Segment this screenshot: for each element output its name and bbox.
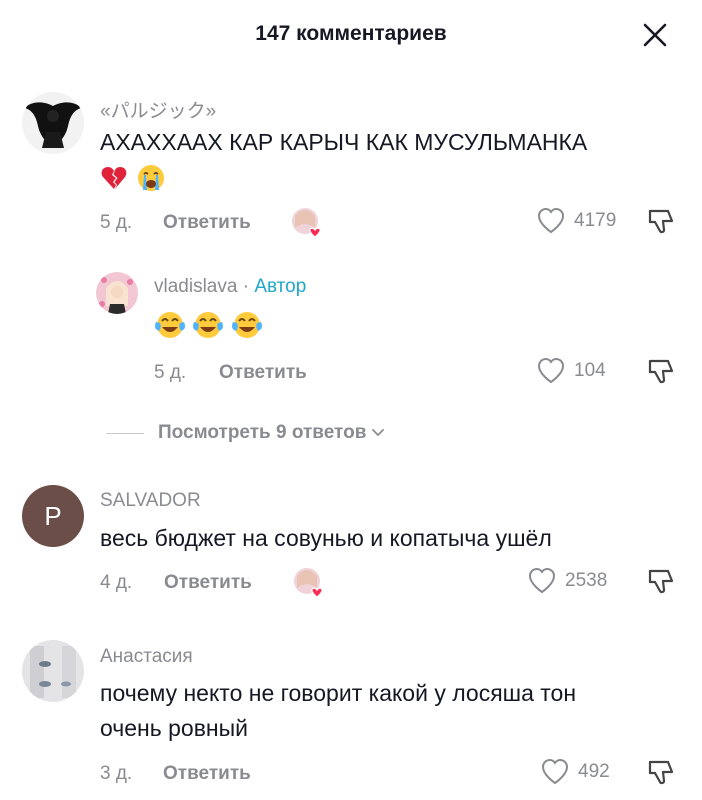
view-replies-button[interactable]: Посмотреть 9 ответов xyxy=(106,418,386,448)
like-count: 2538 xyxy=(565,570,608,591)
dislike-button[interactable] xyxy=(646,757,676,787)
comment-age: 3 д. xyxy=(100,763,133,784)
broken-heart-icon xyxy=(101,167,127,189)
face-with-tears-of-joy-icon xyxy=(155,312,185,338)
avatar[interactable] xyxy=(22,92,84,154)
dislike-icon xyxy=(648,359,674,384)
reply-button[interactable]: Ответить xyxy=(164,572,252,594)
avatar[interactable] xyxy=(22,640,84,702)
reply-button[interactable]: Ответить xyxy=(219,362,307,384)
avatar[interactable] xyxy=(96,272,138,314)
dislike-button[interactable] xyxy=(646,566,676,596)
loudly-crying-face-icon xyxy=(138,165,165,191)
comment-emoji-row xyxy=(100,163,166,193)
reply-button[interactable]: Ответить xyxy=(163,763,251,785)
comment-text-line1: почему некто не говорит какой у лосяша т… xyxy=(100,680,577,706)
like-button[interactable]: 4179 xyxy=(536,206,616,236)
comments-count-title: 147 комментариев xyxy=(255,22,447,45)
comment-username[interactable]: SALVADOR xyxy=(100,490,201,512)
comment-text-line2: очень ровный xyxy=(100,715,249,741)
dislike-icon xyxy=(648,569,674,594)
like-count: 104 xyxy=(574,360,606,381)
reply-age: 5 д. xyxy=(154,362,187,383)
angel-silhouette-icon xyxy=(22,92,84,154)
close-icon xyxy=(643,23,667,47)
avatar-letter: P xyxy=(44,500,62,531)
creator-liked-badge xyxy=(292,566,324,598)
dislike-icon xyxy=(648,209,674,234)
heart-outline-icon xyxy=(537,207,565,234)
like-count: 4179 xyxy=(574,210,617,231)
comment-username[interactable]: Анастасия xyxy=(100,646,193,668)
creator-liked-badge xyxy=(290,206,322,238)
chevron-down-icon xyxy=(372,429,385,437)
heart-outline-icon xyxy=(541,758,569,785)
comment-age: 4 д. xyxy=(100,572,133,593)
divider-line xyxy=(106,432,144,434)
like-button[interactable]: 2538 xyxy=(527,566,607,596)
reply-button[interactable]: Ответить xyxy=(163,212,251,234)
reply-emoji-row xyxy=(154,309,263,341)
comment-text: весь бюджет на совунью и копатыча ушёл xyxy=(100,525,552,551)
face-with-tears-of-joy-icon xyxy=(193,312,224,338)
comments-header: 147 комментариев xyxy=(0,0,702,70)
comment-text: АХАХХААХ КАР КАРЫЧ КАК МУСУЛЬМАНКА xyxy=(100,129,588,155)
reply-username[interactable]: vladislava · Автор xyxy=(154,276,306,298)
avatar[interactable]: P xyxy=(22,485,84,547)
author-badge: Автор xyxy=(254,276,307,297)
dislike-button[interactable] xyxy=(646,206,676,236)
dislike-button[interactable] xyxy=(646,356,676,386)
comment-username[interactable]: «パルジック» xyxy=(100,96,216,123)
view-replies-label: Посмотреть 9 ответов xyxy=(158,422,367,443)
heart-outline-icon xyxy=(537,357,565,384)
dislike-icon xyxy=(648,760,674,785)
comment-age: 5 д. xyxy=(100,212,133,233)
close-button[interactable] xyxy=(640,20,670,50)
heart-outline-icon xyxy=(528,567,556,594)
like-button[interactable]: 492 xyxy=(540,757,610,787)
like-count: 492 xyxy=(578,761,610,782)
face-with-tears-of-joy-icon xyxy=(231,312,262,338)
like-button[interactable]: 104 xyxy=(536,356,606,386)
